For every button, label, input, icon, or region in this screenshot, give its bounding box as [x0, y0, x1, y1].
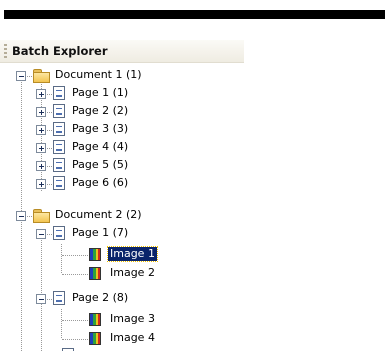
tree-node-page[interactable]: Page 2 (2) [0, 103, 200, 121]
image-icon [89, 332, 101, 345]
image-icon [89, 267, 101, 280]
tree-node-page[interactable]: Page 6 (6) [0, 175, 200, 193]
page-icon [53, 158, 65, 172]
plus-box-icon[interactable] [36, 107, 46, 117]
page-label: Page 1 (7) [72, 226, 129, 239]
page-icon [53, 176, 65, 190]
page-icon [53, 86, 65, 100]
folder-open-icon [33, 209, 50, 223]
plus-box-icon[interactable] [36, 161, 46, 171]
batch-tree[interactable]: Document 1 (1) Page 1 (1) Page 2 (2) Pag… [0, 62, 389, 351]
tree-node-page[interactable]: Page 1 (7) [0, 225, 200, 243]
tree-node-page[interactable]: Page 5 (5) [0, 157, 200, 175]
document-label: Document 2 (2) [55, 208, 142, 221]
folder-open-icon [33, 69, 50, 83]
tree-node-page[interactable]: Page 1 (1) [0, 85, 200, 103]
page-label: Page 2 (2) [72, 104, 129, 117]
panel-title: Batch Explorer [12, 44, 108, 58]
page-icon [53, 226, 65, 240]
minus-box-icon[interactable] [36, 229, 46, 239]
tree-node-page[interactable]: Page 4 (4) [0, 139, 200, 157]
tree-node-image[interactable]: Image 4 [0, 330, 200, 348]
image-icon [89, 248, 101, 261]
minus-box-icon[interactable] [36, 294, 46, 304]
plus-box-icon[interactable] [36, 143, 46, 153]
image-label: Image 4 [110, 331, 155, 344]
page-icon [53, 291, 65, 305]
plus-box-icon[interactable] [36, 89, 46, 99]
page-icon [53, 122, 65, 136]
page-label: Page 2 (8) [72, 291, 129, 304]
tree-node-document-1[interactable]: Document 1 (1) [0, 67, 200, 85]
page-icon [53, 140, 65, 154]
plus-box-icon[interactable] [36, 179, 46, 189]
toolbar-divider [4, 10, 385, 19]
page-label: Page 1 (1) [72, 86, 129, 99]
image-label: Image 3 [110, 312, 155, 325]
tree-node-page[interactable]: Page 2 (8) [0, 290, 200, 308]
page-label: Page 5 (5) [72, 158, 129, 171]
tree-node-image[interactable]: Image 3 [0, 311, 200, 329]
minus-box-icon[interactable] [16, 71, 26, 81]
image-label: Image 2 [110, 266, 155, 279]
page-label: Page 4 (4) [72, 140, 129, 153]
image-label-selected: Image 1 [107, 246, 158, 262]
top-toolbar [0, 0, 389, 24]
document-label: Document 1 (1) [55, 68, 142, 81]
page-label: Page 6 (6) [72, 176, 129, 189]
page-icon [53, 104, 65, 118]
tree-node-image[interactable]: Image 2 [0, 265, 200, 283]
plus-box-icon[interactable] [36, 125, 46, 135]
image-icon [89, 313, 101, 326]
tree-node-page[interactable]: Page 3 (3) [0, 121, 200, 139]
grip-handle-icon[interactable] [4, 44, 7, 58]
tree-node-document-2[interactable]: Document 2 (2) [0, 207, 200, 225]
minus-box-icon[interactable] [16, 211, 26, 221]
batch-explorer-header: Batch Explorer [0, 40, 244, 63]
page-label: Page 3 (3) [72, 122, 129, 135]
tree-node-image[interactable]: Image 1 [0, 246, 200, 264]
